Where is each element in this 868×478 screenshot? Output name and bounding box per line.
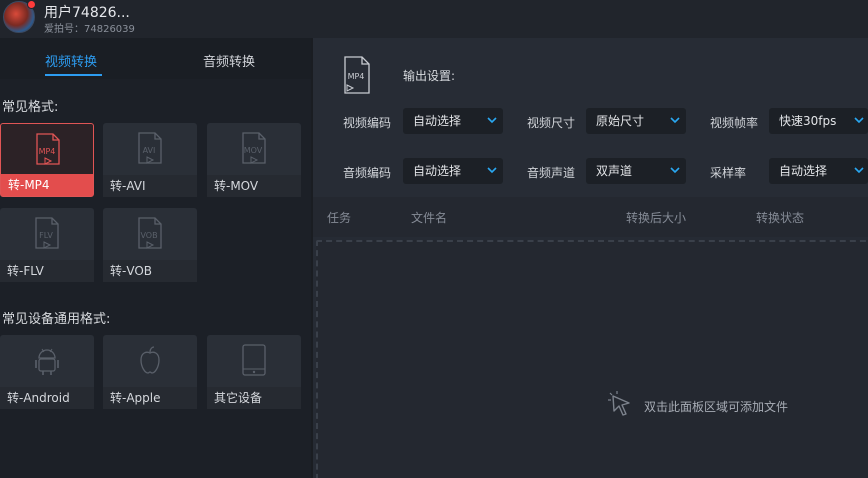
mov-file-icon: MOV (242, 132, 266, 164)
format-mp4-label: 转-MP4 (1, 174, 93, 196)
col-task: 任务 (327, 211, 352, 225)
android-icon (35, 348, 59, 375)
audio-channel-label: 音频声道 (527, 166, 576, 180)
common-formats-title: 常见格式: (2, 100, 59, 115)
drop-zone-hint: 双击此面板区域可添加文件 (644, 400, 789, 414)
vob-file-icon: VOB (138, 217, 162, 249)
format-avi-label: 转-AVI (103, 175, 197, 197)
sample-rate-select[interactable]: 自动选择 (769, 158, 868, 184)
video-fps-label: 视频帧率 (710, 116, 759, 130)
format-flv-button[interactable]: FLV 转-FLV (0, 208, 94, 282)
notification-dot (27, 0, 36, 9)
format-vob-label: 转-VOB (103, 260, 197, 282)
task-list-header: 任务 文件名 转换后大小 转换状态 (313, 197, 868, 237)
audio-channel-select[interactable]: 双声道 (586, 158, 686, 184)
video-codec-value: 自动选择 (413, 114, 462, 128)
format-flv-label: 转-FLV (0, 260, 94, 282)
user-id: 爱拍号：74826039 (44, 24, 135, 35)
format-mp4-button[interactable]: MP4 转-MP4 (0, 123, 94, 197)
avatar[interactable] (3, 0, 36, 33)
device-apple-button[interactable]: 转-Apple (103, 335, 197, 409)
sample-rate-value: 自动选择 (779, 164, 828, 178)
sample-rate-label: 采样率 (710, 166, 747, 180)
apple-icon (140, 346, 160, 374)
file-drop-zone[interactable] (316, 240, 868, 478)
video-fps-value: 快速30fps (779, 114, 837, 128)
audio-codec-label: 音频编码 (343, 166, 392, 180)
col-filename: 文件名 (411, 211, 448, 225)
device-android-button[interactable]: 转-Android (0, 335, 94, 409)
active-tab-indicator (45, 74, 102, 76)
cursor-click-icon (608, 391, 630, 416)
device-other-label: 其它设备 (207, 387, 301, 409)
format-vob-button[interactable]: VOB 转-VOB (103, 208, 197, 282)
avi-file-icon: AVI (138, 132, 162, 164)
svg-text:MP4: MP4 (39, 147, 56, 156)
audio-codec-select[interactable]: 自动选择 (403, 158, 503, 184)
format-mov-label: 转-MOV (207, 175, 301, 197)
flv-file-icon: FLV (35, 217, 59, 249)
audio-codec-value: 自动选择 (413, 164, 462, 178)
tab-audio-convert[interactable]: 音频转换 (203, 51, 255, 70)
output-format-icon: MP4 (344, 56, 370, 94)
svg-text:MOV: MOV (244, 146, 263, 155)
audio-channel-value: 双声道 (596, 164, 633, 178)
device-other-button[interactable]: 其它设备 (207, 335, 301, 409)
svg-text:MP4: MP4 (348, 72, 365, 81)
video-size-label: 视频尺寸 (527, 116, 576, 130)
video-size-select[interactable]: 原始尺寸 (586, 108, 686, 134)
svg-text:VOB: VOB (140, 231, 157, 240)
device-formats-title: 常见设备通用格式: (2, 312, 111, 327)
video-size-value: 原始尺寸 (596, 114, 645, 128)
tab-video-convert[interactable]: 视频转换 (45, 51, 97, 70)
chevron-down-icon (670, 167, 680, 174)
col-status: 转换状态 (756, 211, 805, 225)
svg-text:FLV: FLV (39, 231, 53, 240)
tablet-icon (242, 344, 266, 376)
col-converted-size: 转换后大小 (626, 211, 687, 225)
chevron-down-icon (487, 117, 497, 124)
chevron-down-icon (854, 117, 864, 124)
device-apple-label: 转-Apple (103, 387, 197, 409)
mp4-file-icon: MP4 (36, 133, 60, 165)
title-bar: 用户74826... 爱拍号：74826039 (0, 0, 868, 38)
output-settings-label: 输出设置: (403, 69, 456, 83)
video-fps-select[interactable]: 快速30fps (769, 108, 868, 134)
chevron-down-icon (670, 117, 680, 124)
chevron-down-icon (487, 167, 497, 174)
chevron-down-icon (854, 167, 864, 174)
svg-text:AVI: AVI (143, 146, 156, 155)
device-android-label: 转-Android (0, 387, 94, 409)
video-codec-select[interactable]: 自动选择 (403, 108, 503, 134)
format-mov-button[interactable]: MOV 转-MOV (207, 123, 301, 197)
username: 用户74826... (44, 5, 130, 21)
video-codec-label: 视频编码 (343, 116, 392, 130)
tab-bar: 视频转换 音频转换 (0, 38, 311, 79)
format-avi-button[interactable]: AVI 转-AVI (103, 123, 197, 197)
